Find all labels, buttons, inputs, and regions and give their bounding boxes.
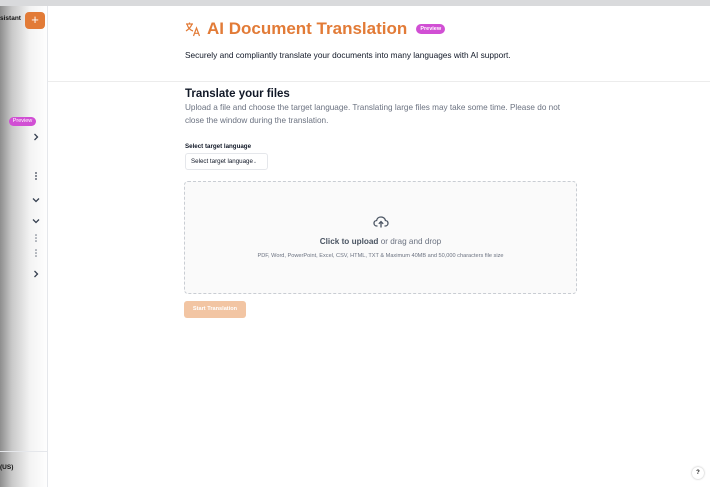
help-button[interactable]: ?: [692, 467, 704, 479]
page-header: AI Document Translation Preview Securely…: [48, 6, 710, 82]
sidebar-preview-badge: Preview: [9, 117, 36, 126]
file-dropzone[interactable]: Click to upload or drag and drop PDF, Wo…: [184, 181, 577, 294]
click-to-upload-link[interactable]: Click to upload: [320, 237, 379, 246]
add-button[interactable]: +: [25, 12, 45, 29]
chevron-right-icon[interactable]: [31, 269, 41, 279]
preview-badge: Preview: [416, 24, 446, 34]
chevron-down-icon[interactable]: [31, 195, 41, 205]
kebab-icon[interactable]: [31, 171, 41, 181]
drag-drop-text: or drag and drop: [378, 237, 442, 246]
chevron-down-icon: ⌄: [252, 159, 258, 165]
kebab-icon[interactable]: [31, 248, 41, 258]
chevron-down-icon[interactable]: [31, 216, 41, 226]
target-language-select[interactable]: Select target language⌄: [185, 153, 268, 170]
kebab-icon[interactable]: [31, 233, 41, 243]
sidebar-divider: [0, 451, 47, 452]
upload-instructions: Click to upload or drag and drop: [185, 237, 576, 246]
page-subtitle: Securely and compliantly translate your …: [185, 50, 511, 60]
target-language-value: Select target language: [191, 158, 253, 165]
section-description: Upload a file and choose the target lang…: [185, 103, 561, 125]
title-row: AI Document Translation Preview: [185, 19, 446, 39]
page-title: AI Document Translation: [207, 19, 408, 38]
start-translation-button[interactable]: Start Translation: [184, 301, 246, 318]
chevron-right-icon[interactable]: [31, 132, 41, 142]
main-content: AI Document Translation Preview Securely…: [48, 6, 710, 487]
translate-icon: [185, 22, 201, 37]
sidebar: sistant + Preview (US): [0, 6, 48, 487]
sidebar-assistant-label[interactable]: sistant: [0, 15, 21, 22]
section-title: Translate your files: [185, 88, 290, 100]
locale-label[interactable]: (US): [0, 464, 13, 471]
cloud-upload-icon: [373, 216, 389, 228]
file-type-hint: PDF, Word, PowerPoint, Excel, CSV, HTML,…: [257, 253, 504, 259]
target-language-label: Select target language: [185, 143, 252, 150]
